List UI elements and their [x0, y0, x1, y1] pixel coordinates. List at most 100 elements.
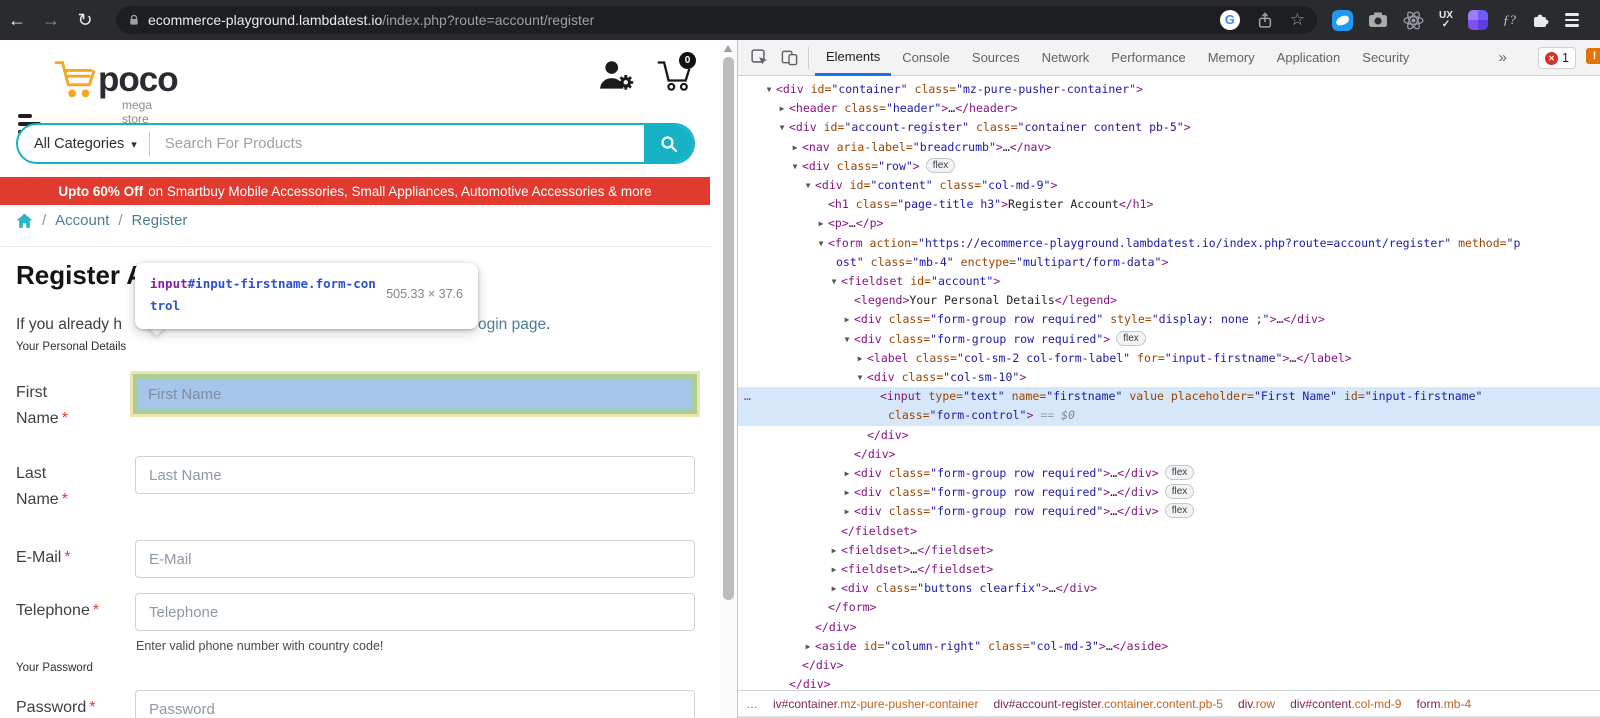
camera-extension-icon[interactable] [1368, 10, 1388, 30]
function-help-extension-icon[interactable]: ƒ? [1503, 12, 1516, 28]
tree-node-line[interactable]: ▼ <form action="https://ecommerce-playgro… [738, 234, 1600, 253]
tree-node-line[interactable]: ▶ <header class="header">…</header> [738, 99, 1600, 118]
flex-badge[interactable]: flex [1164, 484, 1195, 500]
flex-badge[interactable]: flex [1116, 330, 1146, 346]
address-bar[interactable]: ecommerce-playground.lambdatest.io/index… [116, 6, 1317, 34]
tree-node-line[interactable]: ▶ <label class="col-sm-2 col-form-label" … [738, 349, 1600, 368]
tree-node-line[interactable]: ▶ <fieldset>…</fieldset> [738, 560, 1600, 579]
expand-arrow-icon[interactable]: ▶ [828, 541, 840, 560]
tree-node-line[interactable]: </div> [738, 675, 1600, 690]
firstname-input[interactable]: First Name [138, 379, 692, 409]
expand-arrow-icon[interactable]: ▶ [841, 502, 853, 521]
console-error-badge[interactable]: ✕ 1 [1538, 47, 1576, 69]
expand-arrow-icon[interactable]: ▶ [789, 138, 801, 157]
extensions-puzzle-icon[interactable] [1531, 10, 1550, 30]
flex-badge[interactable]: flex [925, 157, 956, 173]
page-scrollbar[interactable] [720, 40, 737, 718]
dom-breadcrumb-item[interactable]: iv#container.mz-pure-pusher-container [773, 697, 978, 711]
inspect-element-icon[interactable] [746, 45, 772, 71]
tree-node-line[interactable]: ▶ <fieldset>…</fieldset> [738, 541, 1600, 560]
tree-node-line[interactable]: ▶ <div class="form-group row required" st… [738, 310, 1600, 329]
dom-breadcrumb-item[interactable]: div#content.col-md-9 [1290, 697, 1401, 711]
tab-network[interactable]: Network [1031, 40, 1101, 76]
collapse-arrow-icon[interactable]: ▼ [789, 157, 801, 176]
menu-list-icon[interactable] [1564, 13, 1579, 27]
collapse-arrow-icon[interactable]: ▼ [763, 80, 775, 99]
tree-node-line[interactable]: </div> [738, 445, 1600, 464]
collapse-arrow-icon[interactable]: ▼ [841, 330, 853, 349]
tab-console[interactable]: Console [891, 40, 961, 76]
ux-check-extension-icon[interactable]: UX ✓ [1439, 11, 1453, 30]
tree-node-line[interactable]: ▶ <aside id="column-right" class="col-md-… [738, 637, 1600, 656]
dom-breadcrumb-item[interactable]: div#account-register.container.content.p… [993, 697, 1222, 711]
device-toolbar-icon[interactable] [776, 45, 802, 71]
tree-node-line[interactable]: ▶ <div class="buttons clearfix">…</div> [738, 579, 1600, 598]
forward-icon[interactable]: → [34, 10, 68, 31]
tree-node-line[interactable]: ▶ <div class="form-group row required">…<… [738, 483, 1600, 502]
tree-node-line[interactable]: ▼ <fieldset id="account"> [738, 272, 1600, 291]
google-icon[interactable]: G [1219, 10, 1240, 30]
expand-arrow-icon[interactable]: ▶ [841, 464, 853, 483]
tree-node-line[interactable]: ▼ <div class="form-group row required"> fl… [738, 330, 1600, 349]
tree-node-line[interactable]: … <input type="text" name="firstname" val… [738, 387, 1600, 407]
tab-security[interactable]: Security [1351, 40, 1420, 76]
scrollbar-thumb[interactable] [723, 57, 734, 600]
tab-application[interactable]: Application [1266, 40, 1352, 76]
tree-node-line[interactable]: </div> [738, 618, 1600, 637]
react-devtools-icon[interactable] [1403, 10, 1424, 31]
collapse-arrow-icon[interactable]: ▼ [802, 176, 814, 195]
expand-arrow-icon[interactable]: ▶ [854, 349, 866, 368]
tab-sources[interactable]: Sources [961, 40, 1031, 76]
back-icon[interactable]: ← [0, 10, 34, 31]
tree-node-line[interactable]: ▼ <div class="col-sm-10"> [738, 368, 1600, 387]
tree-node-line[interactable]: ▶ <div class="form-group row required">…<… [738, 502, 1600, 521]
expand-arrow-icon[interactable]: ▶ [841, 310, 853, 329]
dom-breadcrumb-item[interactable]: div.row [1238, 697, 1275, 711]
flex-badge[interactable]: flex [1164, 465, 1195, 481]
expand-arrow-icon[interactable]: ▶ [828, 579, 840, 598]
dom-breadcrumb-item[interactable]: form.mb-4 [1416, 697, 1471, 711]
more-tabs-button[interactable]: » [1499, 40, 1507, 76]
tree-node-line[interactable]: </fieldset> [738, 522, 1600, 541]
scrollbar-up-arrow-icon[interactable] [724, 45, 732, 52]
tree-node-line[interactable]: ▼ <div id="account-register" class="conta… [738, 118, 1600, 137]
collapse-arrow-icon[interactable]: ▼ [815, 234, 827, 253]
password-input[interactable]: Password [135, 690, 695, 718]
collapse-arrow-icon[interactable]: ▼ [828, 272, 840, 291]
tree-node-line[interactable]: </form> [738, 598, 1600, 617]
tree-node-line[interactable]: ost" class="mb-4" enctype="multipart/for… [738, 253, 1600, 272]
last-name-input[interactable]: Last Name [135, 456, 695, 494]
expand-arrow-icon[interactable]: ▶ [828, 560, 840, 579]
tree-node-line[interactable]: </div> [738, 656, 1600, 675]
node-options-icon[interactable]: … [744, 387, 751, 406]
twitter-extension-icon[interactable] [1332, 9, 1353, 31]
flex-badge[interactable]: flex [1164, 503, 1195, 519]
tree-node-line[interactable]: ▶ <p>…</p> [738, 214, 1600, 233]
tree-node-line[interactable]: class="form-control"> == $0 [738, 406, 1600, 426]
issues-icon[interactable]: ! [1586, 48, 1600, 64]
tab-elements[interactable]: Elements [815, 40, 892, 76]
tree-node-line[interactable]: ▼ <div id="container" class="mz-pure-push… [738, 80, 1600, 99]
tree-node-line[interactable]: <h1 class="page-title h3">Register Accou… [738, 195, 1600, 214]
dom-breadcrumb-item[interactable]: … [746, 697, 758, 711]
collapse-arrow-icon[interactable]: ▼ [776, 118, 788, 137]
expand-arrow-icon[interactable]: ▶ [776, 99, 788, 118]
tab-performance[interactable]: Performance [1100, 40, 1196, 76]
e-mail-input[interactable]: E-Mail [135, 540, 695, 578]
expand-arrow-icon[interactable]: ▶ [802, 637, 814, 656]
grid-extension-icon[interactable] [1467, 10, 1488, 30]
tab-memory[interactable]: Memory [1197, 40, 1266, 76]
bookmark-star-icon[interactable]: ☆ [1290, 10, 1305, 30]
tree-node-line[interactable]: <legend>Your Personal Details</legend> [738, 291, 1600, 310]
expand-arrow-icon[interactable]: ▶ [841, 483, 853, 502]
tree-node-line[interactable]: ▼ <div class="row"> flex [738, 157, 1600, 176]
tree-node-line[interactable]: </div> [738, 426, 1600, 445]
share-icon[interactable] [1257, 12, 1273, 28]
tree-node-line[interactable]: ▼ <div id="content" class="col-md-9"> [738, 176, 1600, 195]
expand-arrow-icon[interactable]: ▶ [815, 214, 827, 233]
tree-node-line[interactable]: ▶ <nav aria-label="breadcrumb">…</nav> [738, 138, 1600, 157]
tree-node-line[interactable]: ▶ <div class="form-group row required">…<… [738, 464, 1600, 483]
telephone-input[interactable]: Telephone [135, 593, 695, 631]
reload-icon[interactable]: ↻ [68, 10, 102, 31]
collapse-arrow-icon[interactable]: ▼ [854, 368, 866, 387]
